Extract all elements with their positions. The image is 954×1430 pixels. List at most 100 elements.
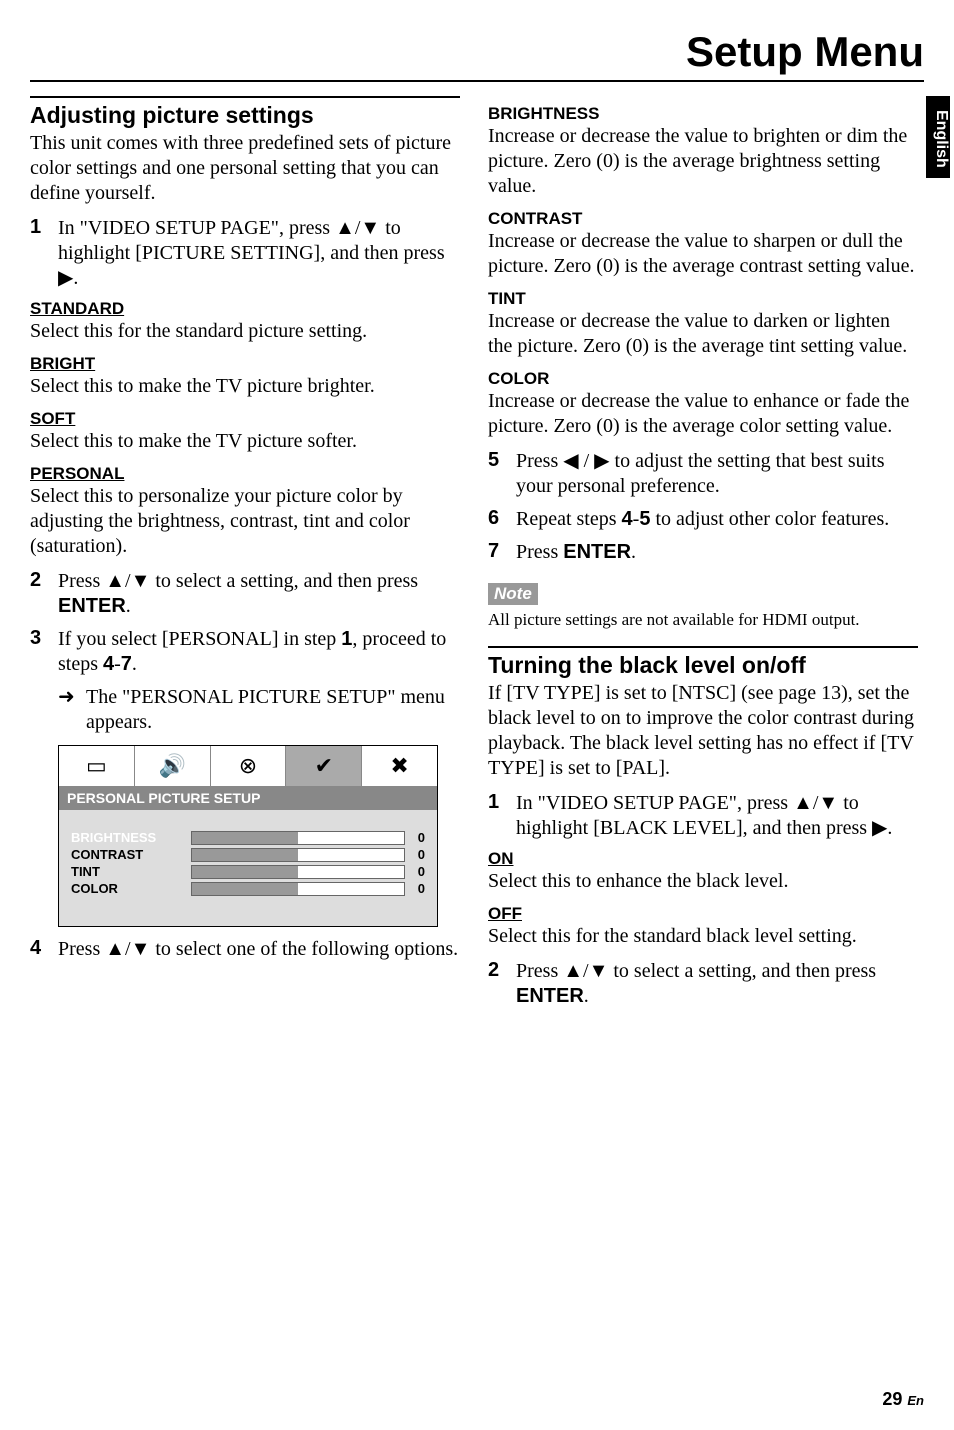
s7c: .: [631, 541, 636, 563]
step-body: In "VIDEO SETUP PAGE", press ▲/▼ to high…: [516, 791, 918, 841]
term-color: COLOR: [488, 369, 918, 389]
term-color-desc: Increase or decrease the value to enhanc…: [488, 389, 918, 439]
step-number: 5: [488, 449, 506, 499]
s7a: Press: [516, 541, 563, 563]
step-7: 7 Press ENTER.: [488, 540, 918, 565]
term-standard-desc: Select this for the standard picture set…: [30, 319, 460, 344]
note-text: All picture settings are not available f…: [488, 609, 918, 630]
step-body: Repeat steps 4-5 to adjust other color f…: [516, 507, 889, 532]
menu-label: TINT: [71, 864, 191, 879]
menu-tab-general-icon: ▭: [59, 746, 135, 786]
menu-label: CONTRAST: [71, 847, 191, 862]
s6e: to adjust other color features.: [650, 508, 889, 530]
step-number: 3: [30, 627, 48, 677]
note-label: Note: [488, 583, 538, 605]
step-1: 1 In "VIDEO SETUP PAGE", press ▲/▼ to hi…: [30, 216, 460, 291]
menu-tab-audio-icon: 🔊: [135, 746, 211, 786]
intro-text: This unit comes with three predefined se…: [30, 131, 460, 206]
menu-tab-video-icon: ✔: [286, 746, 362, 786]
menu-icon-row: ▭ 🔊 ⊗ ✔ ✖: [58, 745, 438, 786]
term-on: ON: [488, 849, 918, 869]
arrow-icon: ➜: [58, 685, 78, 735]
step-number: 2: [30, 569, 48, 619]
term-soft: SOFT: [30, 409, 460, 429]
term-standard: STANDARD: [30, 299, 460, 319]
term-brightness-desc: Increase or decrease the value to bright…: [488, 124, 918, 199]
slider-icon: [191, 882, 405, 896]
step-body: Press ▲/▼ to select one of the following…: [58, 937, 458, 962]
step-3-sub: ➜ The "PERSONAL PICTURE SETUP" menu appe…: [58, 685, 460, 735]
menu-graphic: ▭ 🔊 ⊗ ✔ ✖ PERSONAL PICTURE SETUP BRIGHTN…: [58, 745, 438, 927]
content-columns: Adjusting picture settings This unit com…: [30, 96, 918, 1017]
slider-value: 0: [409, 864, 425, 879]
step-6: 6 Repeat steps 4-5 to adjust other color…: [488, 507, 918, 532]
s3d: 4: [103, 653, 114, 675]
menu-row-tint: TINT 0: [71, 864, 425, 879]
title-rule: [30, 80, 924, 82]
sub-text: The "PERSONAL PICTURE SETUP" menu appear…: [86, 685, 460, 735]
page-number-value: 29: [882, 1389, 902, 1409]
slider-icon: [191, 831, 405, 845]
slider-icon: [191, 865, 405, 879]
term-bright-desc: Select this to make the TV picture brigh…: [30, 374, 460, 399]
section2-intro: If [TV TYPE] is set to [NTSC] (see page …: [488, 681, 918, 781]
term-personal: PERSONAL: [30, 464, 460, 484]
term-tint-desc: Increase or decrease the value to darken…: [488, 309, 918, 359]
enter-label: ENTER: [516, 985, 584, 1007]
step-number: 7: [488, 540, 506, 565]
menu-row-brightness: BRIGHTNESS 0: [71, 830, 425, 845]
term-off: OFF: [488, 904, 918, 924]
menu-label: BRIGHTNESS: [71, 830, 191, 845]
step-body: Press ▲/▼ to select a setting, and then …: [516, 959, 918, 1009]
step-5: 5 Press ◀ / ▶ to adjust the setting that…: [488, 449, 918, 499]
right-column: BRIGHTNESS Increase or decrease the valu…: [488, 96, 918, 1017]
term-contrast-desc: Increase or decrease the value to sharpe…: [488, 229, 918, 279]
section-heading-black-level: Turning the black level on/off: [488, 646, 918, 679]
step-number: 4: [30, 937, 48, 962]
slider-value: 0: [409, 881, 425, 896]
slider-value: 0: [409, 847, 425, 862]
page-title: Setup Menu: [686, 28, 924, 76]
s3g: .: [132, 653, 137, 675]
section-heading-adjusting: Adjusting picture settings: [30, 96, 460, 129]
section2-step-2: 2 Press ▲/▼ to select a setting, and the…: [488, 959, 918, 1009]
s2s2a: Press ▲/▼ to select a setting, and then …: [516, 960, 876, 982]
term-bright: BRIGHT: [30, 354, 460, 374]
term-brightness: BRIGHTNESS: [488, 104, 918, 124]
s6d: 5: [639, 508, 650, 530]
step-body: Press ◀ / ▶ to adjust the setting that b…: [516, 449, 918, 499]
slider-value: 0: [409, 830, 425, 845]
term-personal-desc: Select this to personalize your picture …: [30, 484, 460, 559]
s6b: 4: [622, 508, 633, 530]
step-number: 2: [488, 959, 506, 1009]
left-column: Adjusting picture settings This unit com…: [30, 96, 460, 1017]
step-body: If you select [PERSONAL] in step 1, proc…: [58, 627, 460, 677]
s3e: -: [114, 653, 121, 675]
step-number: 6: [488, 507, 506, 532]
s3b: 1: [341, 628, 352, 650]
step2-c: .: [126, 595, 131, 617]
term-tint: TINT: [488, 289, 918, 309]
slider-icon: [191, 848, 405, 862]
step2-a: Press ▲/▼ to select a setting, and then …: [58, 570, 418, 592]
menu-body: BRIGHTNESS 0 CONTRAST 0 TINT 0 COLOR: [58, 810, 438, 927]
term-on-desc: Select this to enhance the black level.: [488, 869, 918, 894]
enter-label: ENTER: [58, 595, 126, 617]
menu-row-color: COLOR 0: [71, 881, 425, 896]
s3f: 7: [121, 653, 132, 675]
section2-step-1: 1 In "VIDEO SETUP PAGE", press ▲/▼ to hi…: [488, 791, 918, 841]
s2s2c: .: [584, 985, 589, 1007]
page-suffix: En: [907, 1393, 924, 1408]
term-contrast: CONTRAST: [488, 209, 918, 229]
menu-label: COLOR: [71, 881, 191, 896]
step-number: 1: [488, 791, 506, 841]
page-number: 29 En: [882, 1389, 924, 1410]
step-body: Press ENTER.: [516, 540, 636, 565]
step-4: 4 Press ▲/▼ to select one of the followi…: [30, 937, 460, 962]
step-2: 2 Press ▲/▼ to select a setting, and the…: [30, 569, 460, 619]
menu-row-contrast: CONTRAST 0: [71, 847, 425, 862]
s3a: If you select [PERSONAL] in step: [58, 628, 341, 650]
menu-header: PERSONAL PICTURE SETUP: [58, 786, 438, 810]
term-off-desc: Select this for the standard black level…: [488, 924, 918, 949]
step-body: Press ▲/▼ to select a setting, and then …: [58, 569, 460, 619]
